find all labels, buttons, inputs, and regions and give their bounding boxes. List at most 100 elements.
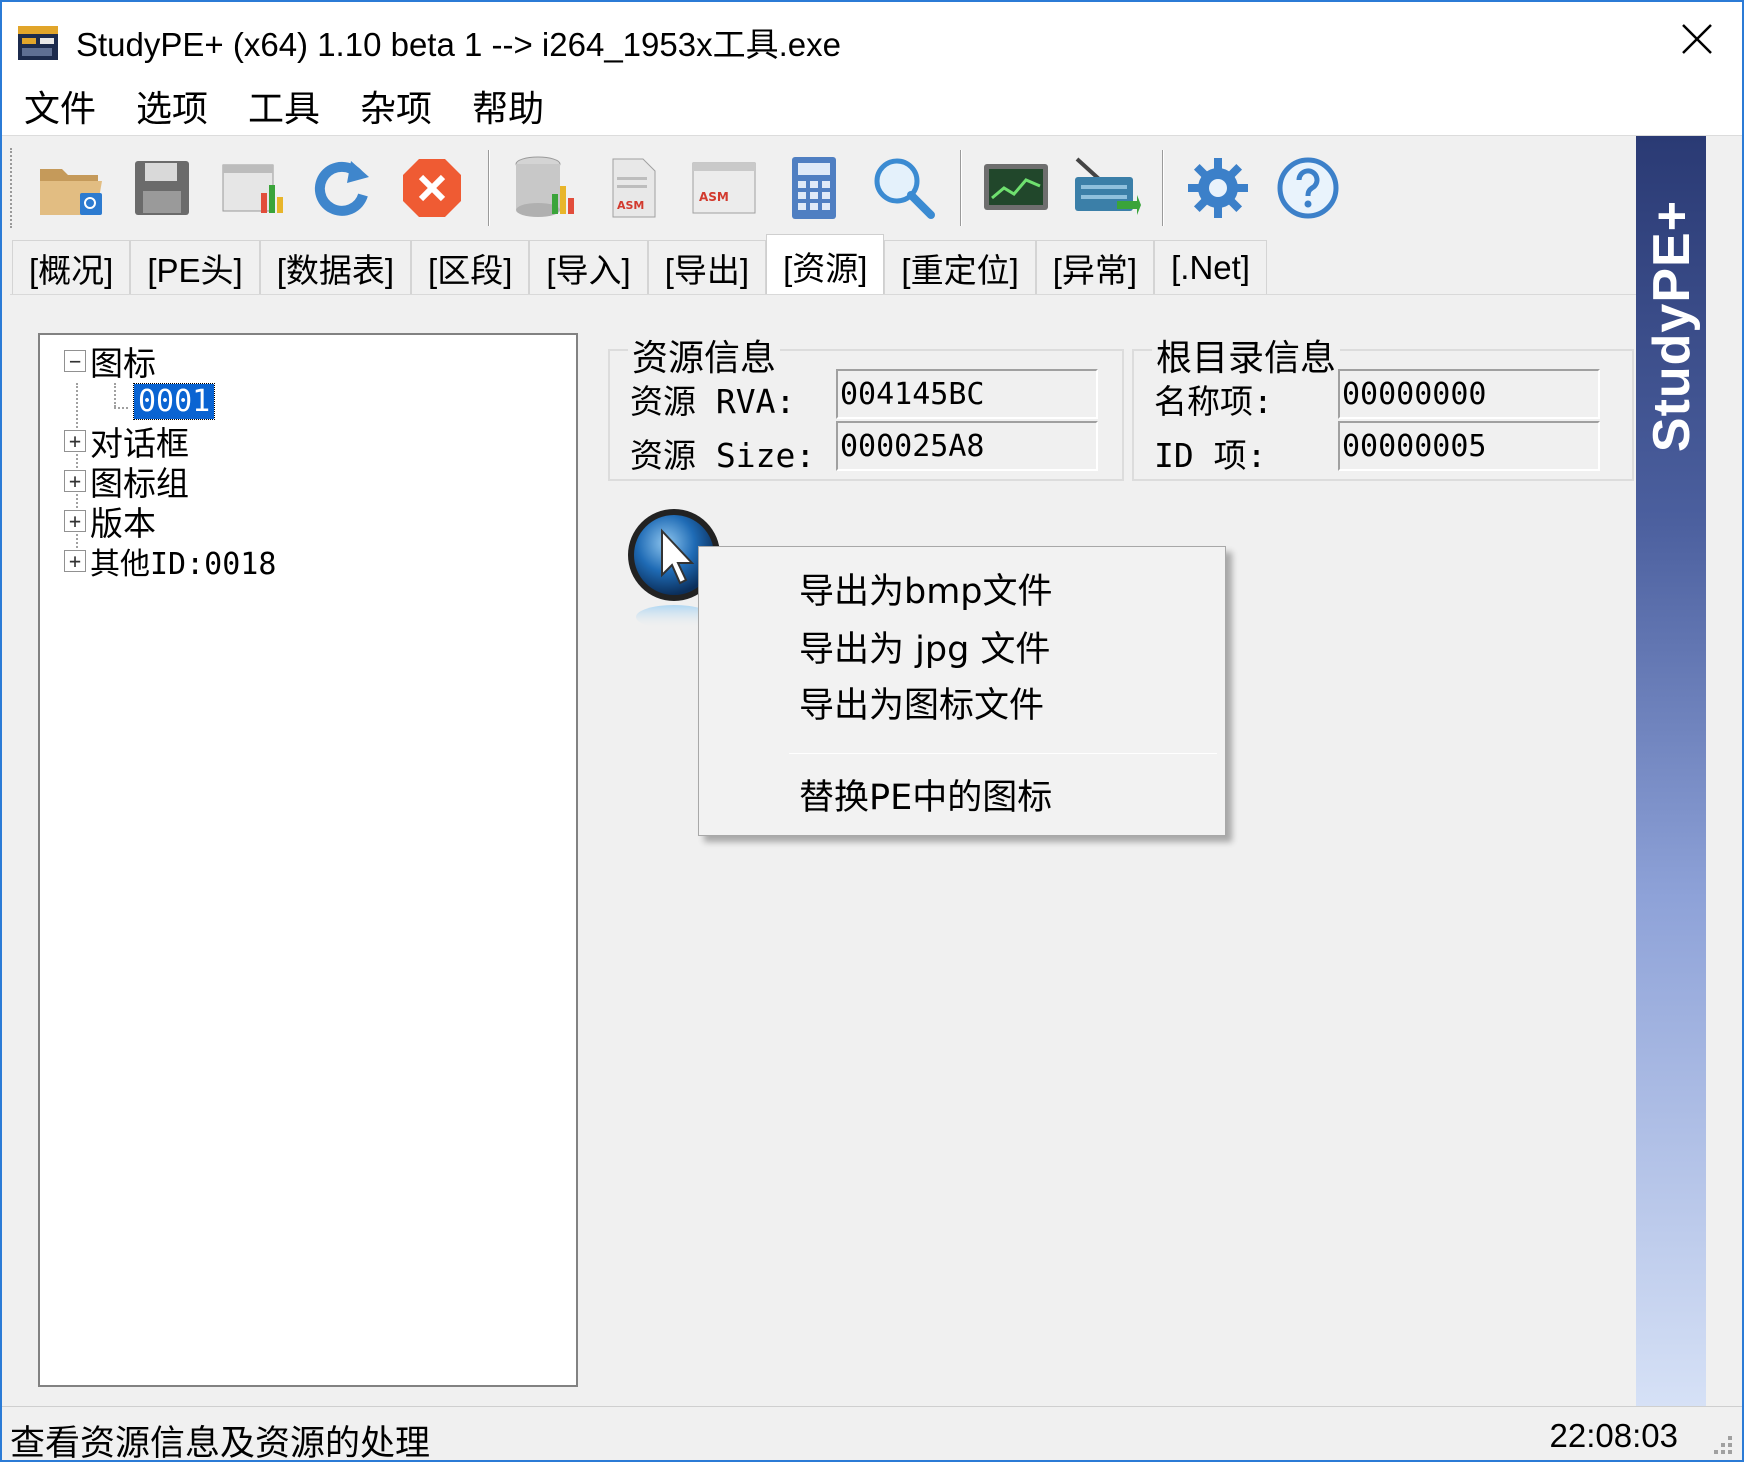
monitor-button[interactable] (976, 148, 1056, 228)
group-title: 根目录信息 (1152, 329, 1341, 381)
tab-dotnet[interactable]: [.Net] (1154, 240, 1267, 294)
app-window: StudyPE+ (x64) 1.10 beta 1 --> i264_1953… (0, 0, 1744, 1462)
open-folder-icon (40, 169, 102, 215)
save-button[interactable] (122, 148, 202, 228)
toolbar-separator (488, 150, 490, 226)
menu-file[interactable]: 文件 (24, 80, 96, 132)
help-button[interactable] (1268, 148, 1348, 228)
resource-tree[interactable]: − 图标 0001 + 对话框 + 图标组 + 版本 + 其他ID:0018 (38, 333, 578, 1387)
compare-button[interactable] (212, 148, 292, 228)
name-entry-field[interactable]: 00000000 (1338, 369, 1600, 419)
window-title: StudyPE+ (x64) 1.10 beta 1 --> i264_1953… (76, 26, 841, 63)
id-entry-label: ID 项: (1154, 436, 1267, 475)
size-field[interactable]: 000025A8 (836, 421, 1098, 471)
size-label: 资源 Size: (630, 436, 816, 475)
save-icon (135, 161, 189, 215)
tree-node-label: 图标 (90, 344, 156, 383)
svg-text:ASM: ASM (617, 199, 644, 212)
search-icon (874, 158, 935, 219)
banner-text: StudyPE+ (1643, 199, 1701, 453)
title-bar[interactable]: StudyPE+ (x64) 1.10 beta 1 --> i264_1953… (2, 2, 1742, 76)
basket-button[interactable] (1066, 148, 1146, 228)
settings-gear-icon (1188, 158, 1248, 218)
collapse-icon[interactable]: − (64, 350, 86, 372)
menu-item-replace-icon[interactable]: 替换PE中的图标 (799, 769, 1052, 820)
database-button[interactable] (504, 148, 584, 228)
tree-node-icon-group[interactable]: + 图标组 (64, 461, 189, 503)
menu-item-export-bmp[interactable]: 导出为bmp文件 (799, 563, 1053, 614)
resource-info-group: 资源信息 资源 RVA: 004145BC 资源 Size: 000025A8 (608, 329, 1124, 481)
toolbar-grip[interactable] (10, 148, 16, 228)
tab-relocations[interactable]: [重定位] (884, 240, 1036, 294)
tree-node-other[interactable]: + 其他ID:0018 (64, 541, 277, 582)
status-text: 查看资源信息及资源的处理 (10, 1424, 431, 1462)
refresh-icon (314, 161, 369, 216)
tab-sections[interactable]: [区段] (411, 240, 530, 294)
close-file-button[interactable] (392, 148, 472, 228)
expand-icon[interactable]: + (64, 470, 86, 492)
help-icon (1277, 157, 1339, 219)
calculator-icon (792, 157, 836, 219)
studype-banner: StudyPE+ (1636, 136, 1706, 1406)
banner-logo: StudyPE+ (1642, 166, 1702, 486)
tab-bar: [概况] [PE头] [数据表] [区段] [导入] [导出] [资源] [重定… (12, 234, 1632, 296)
monitor-icon (984, 164, 1048, 210)
calculator-button[interactable] (774, 148, 854, 228)
tab-pe-header[interactable]: [PE头] (130, 240, 260, 294)
resize-grip-icon[interactable] (1706, 1428, 1736, 1458)
tab-data-directory[interactable]: [数据表] (259, 240, 412, 294)
toolbar-separator (960, 150, 962, 226)
status-bar: 查看资源信息及资源的处理 22:08:03 (2, 1406, 1742, 1462)
asm-view-button[interactable]: ASM (684, 148, 764, 228)
open-button[interactable] (32, 148, 112, 228)
tab-overview[interactable]: [概况] (12, 240, 131, 294)
tree-connector (114, 407, 128, 409)
search-button[interactable] (864, 148, 944, 228)
menu-misc[interactable]: 杂项 (360, 80, 432, 132)
rva-field[interactable]: 004145BC (836, 369, 1098, 419)
app-icon (18, 26, 58, 60)
tree-node-label: 版本 (90, 504, 156, 543)
group-title: 资源信息 (628, 329, 781, 381)
tree-connector (114, 383, 116, 407)
name-entry-label: 名称项: (1154, 382, 1273, 421)
tab-exports[interactable]: [导出] (647, 240, 767, 294)
asm-view-icon: ASM (692, 162, 756, 214)
id-entry-field[interactable]: 00000005 (1338, 421, 1600, 471)
menu-item-export-jpg[interactable]: 导出为 jpg 文件 (799, 621, 1050, 672)
tab-resources[interactable]: [资源] (766, 234, 885, 296)
expand-icon[interactable]: + (64, 510, 86, 532)
menu-help[interactable]: 帮助 (472, 80, 544, 132)
rva-label: 资源 RVA: (630, 382, 796, 421)
tree-node-0001[interactable]: 0001 (132, 381, 216, 421)
tree-node-icon[interactable]: − 图标 (64, 341, 156, 383)
toolbar-separator (1162, 150, 1164, 226)
compare-icon (222, 164, 283, 213)
tree-node-version[interactable]: + 版本 (64, 501, 156, 543)
menu-options[interactable]: 选项 (136, 80, 208, 132)
root-info-group: 根目录信息 名称项: 00000000 ID 项: 00000005 (1132, 329, 1634, 481)
tree-node-label: 0001 (132, 382, 216, 420)
tree-node-dialog[interactable]: + 对话框 (64, 421, 189, 463)
svg-text:ASM: ASM (699, 190, 729, 204)
settings-button[interactable] (1178, 148, 1258, 228)
asm-file-icon: ASM (612, 158, 656, 218)
expand-icon[interactable]: + (64, 430, 86, 452)
status-time: 22:08:03 (1549, 1417, 1678, 1454)
basket-icon (1075, 157, 1141, 215)
menu-bar: 文件 选项 工具 杂项 帮助 (2, 76, 1742, 136)
asm-file-button[interactable]: ASM (594, 148, 674, 228)
close-button[interactable] (1652, 2, 1742, 76)
tree-node-label: 其他ID:0018 (90, 547, 277, 582)
toolbar: ASM ASM (10, 142, 1630, 234)
tab-imports[interactable]: [导入] (529, 240, 648, 294)
menu-tools[interactable]: 工具 (248, 80, 320, 132)
refresh-button[interactable] (302, 148, 382, 228)
database-icon (515, 156, 574, 217)
close-file-icon (403, 159, 461, 217)
tab-exceptions[interactable]: [异常] (1035, 240, 1155, 294)
resource-panel: − 图标 0001 + 对话框 + 图标组 + 版本 + 其他ID:0018 资… (10, 294, 1636, 1406)
expand-icon[interactable]: + (64, 550, 86, 572)
context-menu: 导出为bmp文件 导出为 jpg 文件 导出为图标文件 替换PE中的图标 (698, 546, 1226, 836)
menu-item-export-ico[interactable]: 导出为图标文件 (799, 677, 1044, 728)
